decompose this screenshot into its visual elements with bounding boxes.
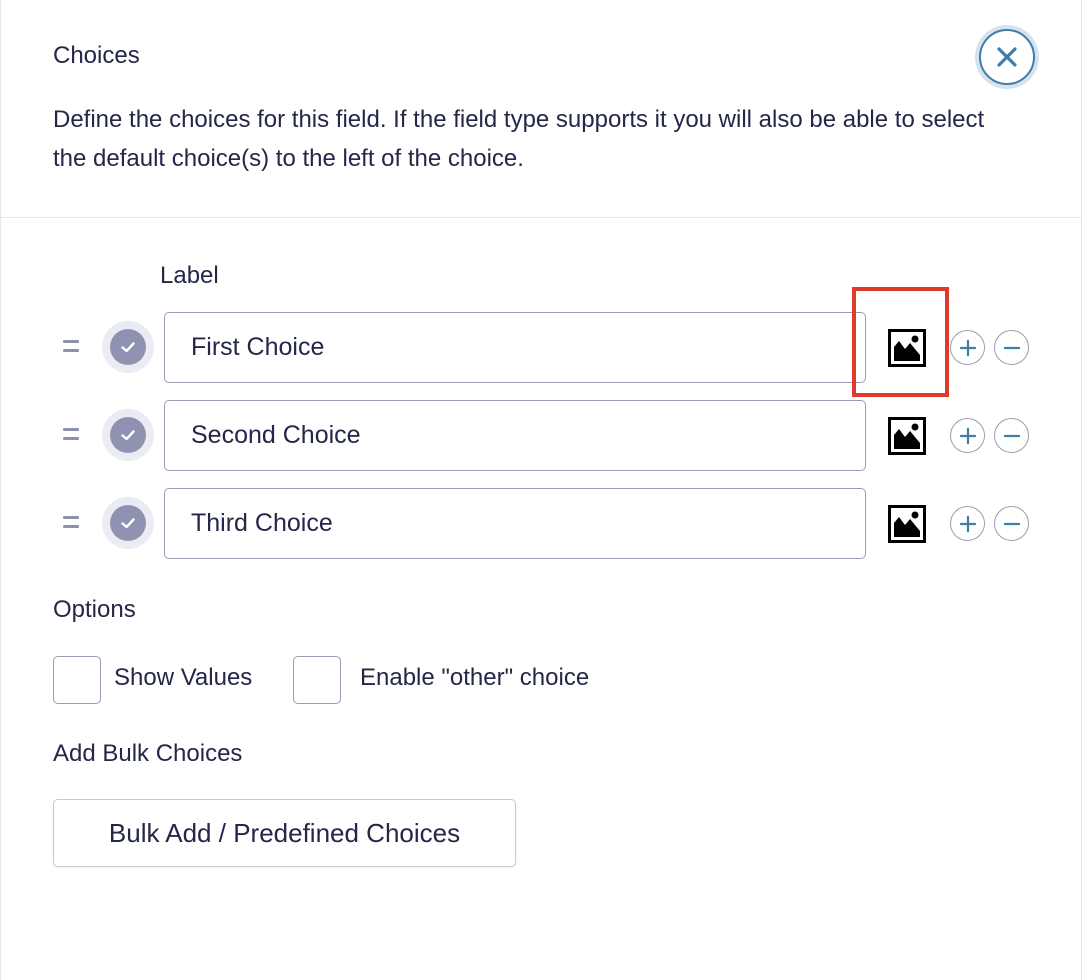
minus-icon [1003, 522, 1020, 525]
choice-image-button[interactable] [888, 505, 926, 543]
remove-choice-button[interactable] [994, 506, 1029, 541]
enable-other-checkbox[interactable] [293, 656, 341, 704]
minus-icon [1003, 346, 1020, 349]
close-button[interactable] [979, 29, 1035, 85]
bulk-add-button[interactable]: Bulk Add / Predefined Choices [53, 799, 516, 867]
choice-image-button[interactable] [888, 417, 926, 455]
close-icon [997, 47, 1017, 67]
remove-choice-button[interactable] [994, 418, 1029, 453]
check-icon [121, 518, 135, 529]
choices-panel: Choices Define the choices for this fiel… [0, 0, 1082, 980]
add-choice-button[interactable] [950, 330, 985, 365]
choice-label-input[interactable] [164, 312, 866, 383]
remove-choice-button[interactable] [994, 330, 1029, 365]
check-icon [121, 430, 135, 441]
choice-label-input[interactable] [164, 488, 866, 559]
panel-title: Choices [53, 42, 140, 69]
image-icon [888, 505, 926, 543]
bulk-choices-heading: Add Bulk Choices [53, 740, 243, 767]
options-heading: Options [53, 596, 136, 623]
label-column-header: Label [160, 262, 219, 289]
drag-handle-icon[interactable] [61, 426, 83, 444]
enable-other-label: Enable "other" choice [360, 664, 590, 691]
drag-handle-icon[interactable] [61, 514, 83, 532]
plus-icon [959, 339, 976, 356]
highlight-box [852, 287, 949, 397]
show-values-label: Show Values [114, 664, 253, 691]
choice-label-input[interactable] [164, 400, 866, 471]
image-icon [888, 417, 926, 455]
choice-row [1, 488, 1081, 560]
minus-icon [1003, 434, 1020, 437]
add-choice-button[interactable] [950, 506, 985, 541]
default-choice-toggle[interactable] [102, 321, 154, 373]
drag-handle-icon[interactable] [61, 338, 83, 356]
add-choice-button[interactable] [950, 418, 985, 453]
panel-description: Define the choices for this field. If th… [53, 106, 985, 172]
panel-header: Choices Define the choices for this fiel… [1, 0, 1081, 218]
default-choice-toggle[interactable] [102, 409, 154, 461]
choice-row [1, 400, 1081, 472]
default-choice-toggle[interactable] [102, 497, 154, 549]
plus-icon [959, 427, 976, 444]
check-icon [121, 342, 135, 353]
plus-icon [959, 515, 976, 532]
show-values-checkbox[interactable] [53, 656, 101, 704]
